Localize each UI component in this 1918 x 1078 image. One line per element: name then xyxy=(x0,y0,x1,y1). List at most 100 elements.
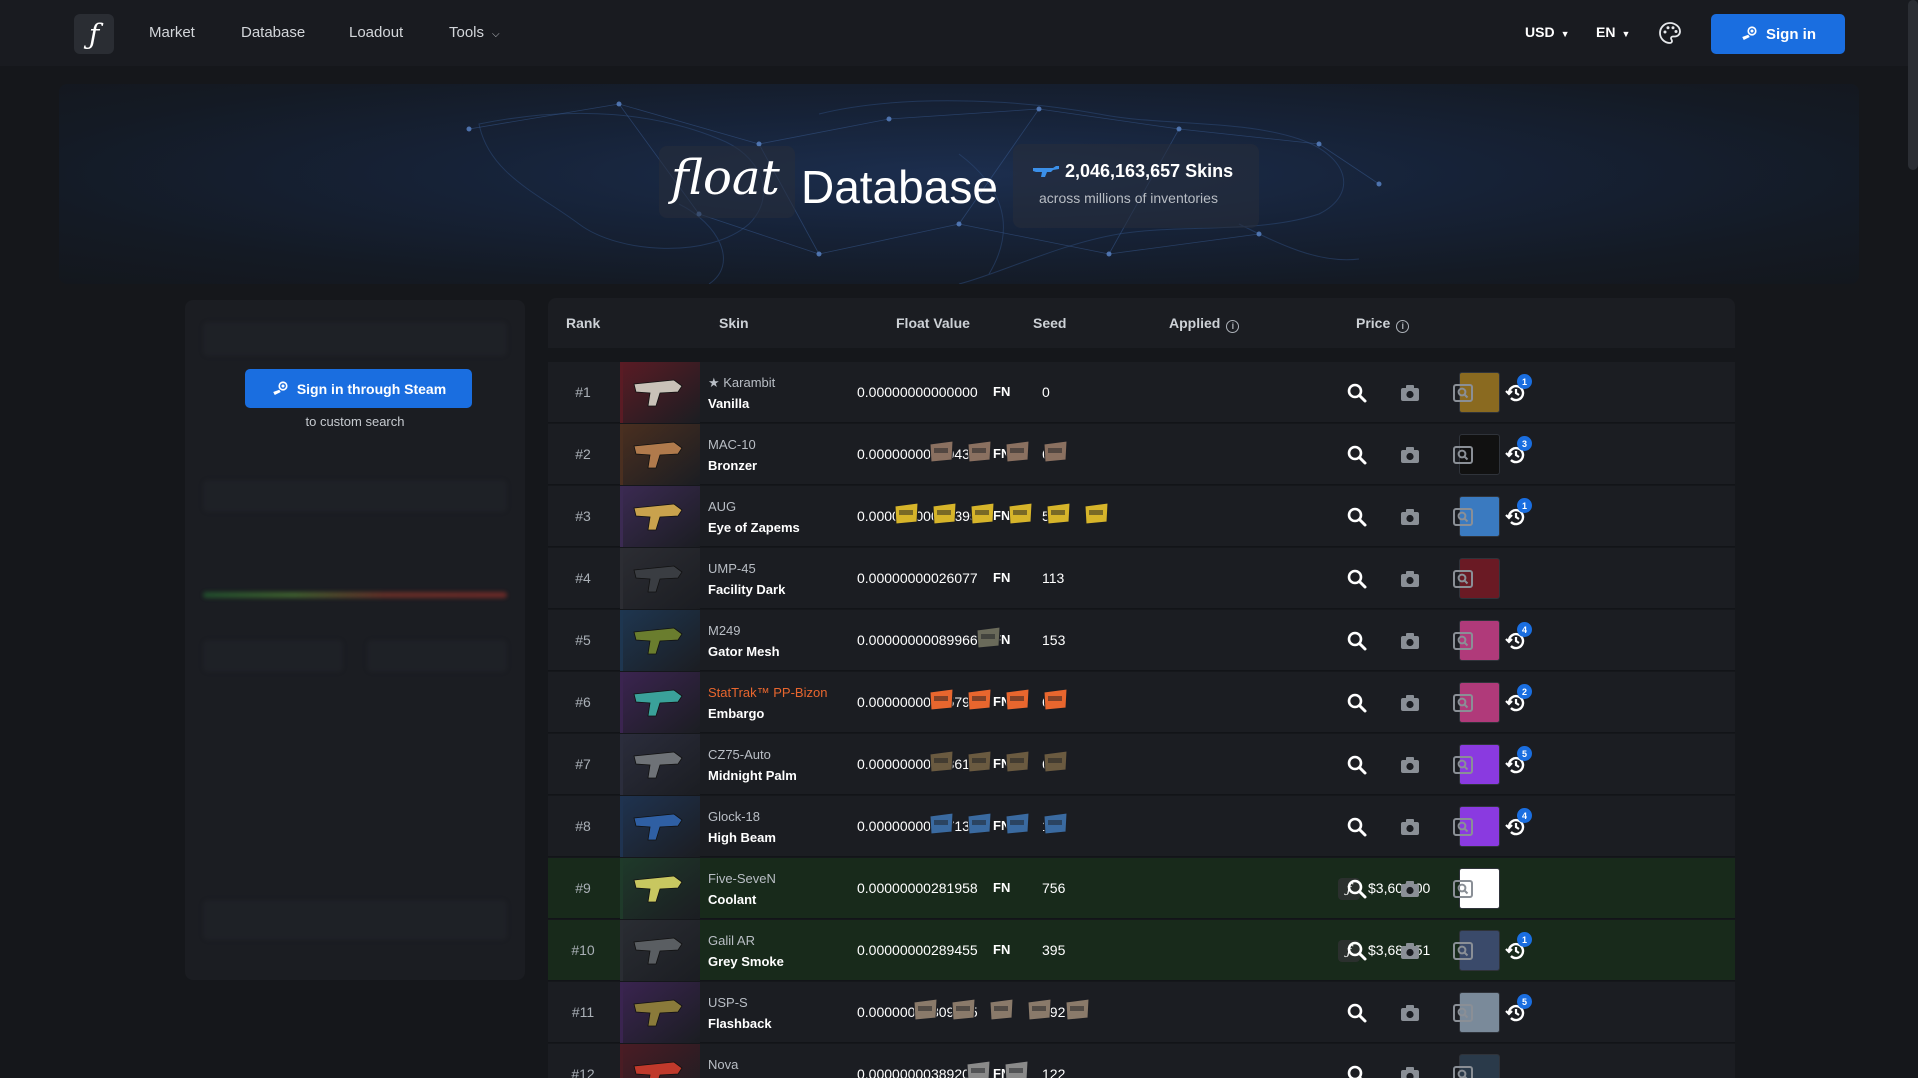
sticker-icon[interactable] xyxy=(964,808,995,839)
search-button[interactable] xyxy=(1345,443,1369,467)
sticker-icon[interactable] xyxy=(1002,746,1033,777)
search-button[interactable] xyxy=(1345,505,1369,529)
camera-button[interactable] xyxy=(1398,939,1422,963)
table-row[interactable]: #9 Five-SeveN Coolant 0.00000000281958 FN 756… xyxy=(548,858,1735,919)
sticker-icon[interactable] xyxy=(891,498,922,529)
sticker-icon[interactable] xyxy=(926,746,957,777)
sticker-icon[interactable] xyxy=(910,994,941,1025)
sticker-icon[interactable] xyxy=(1040,436,1071,467)
sticker-icon[interactable] xyxy=(929,498,960,529)
skin-thumbnail[interactable] xyxy=(620,610,700,671)
camera-button[interactable] xyxy=(1398,1063,1422,1078)
search-button[interactable] xyxy=(1345,1001,1369,1025)
sticker-icon[interactable] xyxy=(967,498,998,529)
camera-button[interactable] xyxy=(1398,1001,1422,1025)
header-float[interactable]: Float Value xyxy=(896,315,970,331)
history-button[interactable]: 5 xyxy=(1504,746,1532,777)
screenshot-inspect-button[interactable] xyxy=(1451,691,1475,715)
camera-button[interactable] xyxy=(1398,753,1422,777)
skin-thumbnail[interactable] xyxy=(620,920,700,981)
skin-thumbnail[interactable] xyxy=(620,858,700,919)
camera-button[interactable] xyxy=(1398,505,1422,529)
history-button[interactable]: 2 xyxy=(1504,684,1532,715)
table-row[interactable]: #3AUGEye of Zapems0.00000000019395FN5321 xyxy=(548,486,1735,547)
sticker-icon[interactable] xyxy=(964,436,995,467)
screenshot-inspect-button[interactable] xyxy=(1451,443,1475,467)
camera-button[interactable] xyxy=(1398,877,1422,901)
sticker-icon[interactable] xyxy=(1002,684,1033,715)
history-button[interactable]: 1 xyxy=(1504,932,1532,963)
sticker-icon[interactable] xyxy=(1001,1056,1032,1078)
skin-thumbnail[interactable] xyxy=(620,796,700,857)
sign-in-through-steam-button[interactable]: Sign in through Steam xyxy=(245,369,472,408)
screenshot-inspect-button[interactable] xyxy=(1451,629,1475,653)
sticker-icon[interactable] xyxy=(1040,808,1071,839)
camera-button[interactable] xyxy=(1398,567,1422,591)
screenshot-inspect-button[interactable] xyxy=(1451,1001,1475,1025)
history-button[interactable]: 1 xyxy=(1504,498,1532,529)
camera-button[interactable] xyxy=(1398,815,1422,839)
search-button[interactable] xyxy=(1345,815,1369,839)
info-icon[interactable]: i xyxy=(1396,320,1410,333)
screenshot-inspect-button[interactable] xyxy=(1451,567,1475,591)
float-logo[interactable]: ƒ xyxy=(74,14,114,54)
sticker-icon[interactable] xyxy=(1002,808,1033,839)
screenshot-inspect-button[interactable] xyxy=(1451,877,1475,901)
history-button[interactable]: 1 xyxy=(1504,374,1532,405)
table-row[interactable]: #7 CZ75-Auto Midnight Palm 0.00000000208616… xyxy=(548,734,1735,795)
table-row[interactable]: #2MAC-10Bronzer0.00000000010431FN6733 xyxy=(548,424,1735,485)
table-row[interactable]: #5 M249 Gator Mesh 0.00000000089966 FN 153 4 xyxy=(548,610,1735,671)
camera-button[interactable] xyxy=(1398,629,1422,653)
sticker-icon[interactable] xyxy=(926,436,957,467)
nav-loadout[interactable]: Loadout xyxy=(349,24,403,41)
screenshot-inspect-button[interactable] xyxy=(1451,505,1475,529)
sticker-icon[interactable] xyxy=(926,684,957,715)
sticker-icon[interactable] xyxy=(964,684,995,715)
theme-palette-icon[interactable] xyxy=(1658,21,1682,45)
search-button[interactable] xyxy=(1345,939,1369,963)
nav-tools[interactable]: Tools ⌵ xyxy=(449,24,500,41)
sticker-icon[interactable] xyxy=(1043,498,1074,529)
sticker-icon[interactable] xyxy=(1062,994,1093,1025)
sticker-icon[interactable] xyxy=(1024,994,1055,1025)
search-button[interactable] xyxy=(1345,1063,1369,1078)
nav-database[interactable]: Database xyxy=(241,24,305,41)
header-rank[interactable]: Rank xyxy=(566,315,600,331)
info-icon[interactable]: i xyxy=(1226,320,1240,333)
page-scrollbar[interactable] xyxy=(1908,0,1918,170)
table-row[interactable]: #10 Galil AR Grey Smoke 0.00000000289455 FN 3… xyxy=(548,920,1735,981)
sticker-icon[interactable] xyxy=(1005,498,1036,529)
camera-button[interactable] xyxy=(1398,443,1422,467)
skin-thumbnail[interactable] xyxy=(620,424,700,485)
table-row[interactable]: #4 UMP-45 Facility Dark 0.00000000026077 FN 1… xyxy=(548,548,1735,609)
language-select[interactable]: EN ▼ xyxy=(1596,24,1630,40)
sticker-icon[interactable] xyxy=(1040,684,1071,715)
history-button[interactable]: 4 xyxy=(1504,808,1532,839)
skin-thumbnail[interactable] xyxy=(620,1044,700,1078)
sticker-icon[interactable] xyxy=(926,808,957,839)
search-button[interactable] xyxy=(1345,877,1369,901)
table-row[interactable]: #8Glock-18High Beam0.00000000227131FN192… xyxy=(548,796,1735,857)
history-button[interactable]: 4 xyxy=(1504,622,1532,653)
table-row[interactable]: #1 ★ Karambit Vanilla 0.00000000000000 FN 0 1 xyxy=(548,362,1735,423)
search-button[interactable] xyxy=(1345,753,1369,777)
table-row[interactable]: #6 StatTrak™ PP-Bizon Embargo 0.00000000185… xyxy=(548,672,1735,733)
skin-thumbnail[interactable] xyxy=(620,982,700,1043)
skin-thumbnail[interactable] xyxy=(620,362,700,423)
screenshot-inspect-button[interactable] xyxy=(1451,815,1475,839)
screenshot-inspect-button[interactable] xyxy=(1451,939,1475,963)
search-button[interactable] xyxy=(1345,567,1369,591)
sticker-icon[interactable] xyxy=(1002,436,1033,467)
skin-thumbnail[interactable] xyxy=(620,548,700,609)
sticker-icon[interactable] xyxy=(963,1056,994,1078)
sticker-icon[interactable] xyxy=(973,622,1004,653)
skin-thumbnail[interactable] xyxy=(620,486,700,547)
search-button[interactable] xyxy=(1345,629,1369,653)
sign-in-button[interactable]: Sign in xyxy=(1711,14,1845,54)
search-button[interactable] xyxy=(1345,381,1369,405)
camera-button[interactable] xyxy=(1398,691,1422,715)
currency-select[interactable]: USD ▼ xyxy=(1525,24,1569,40)
sticker-icon[interactable] xyxy=(1040,746,1071,777)
table-row[interactable]: #12 Nova 0.00000000389200 FN 122 xyxy=(548,1044,1735,1078)
table-row[interactable]: #11USP-SFlashback0.00000000309665FN9925 xyxy=(548,982,1735,1043)
